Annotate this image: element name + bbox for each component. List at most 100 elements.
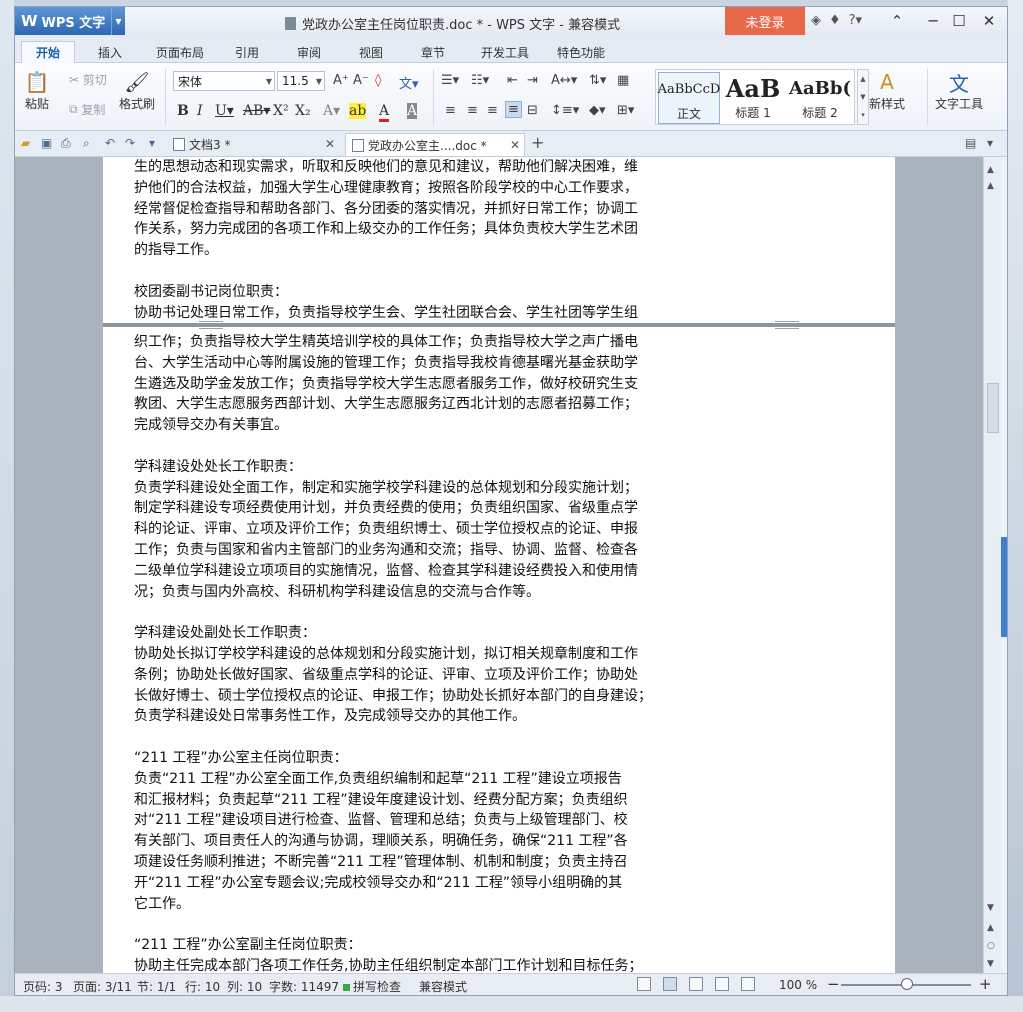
tab-review[interactable]: 审阅 xyxy=(287,41,331,63)
grow-font-icon[interactable]: A⁺ xyxy=(333,73,349,88)
tab-view[interactable]: 视图 xyxy=(349,41,393,63)
paragraph-shading-icon[interactable]: ◆▾ xyxy=(589,103,606,118)
tab-special[interactable]: 特色功能 xyxy=(549,41,613,63)
prev-page-icon[interactable]: ▲ xyxy=(987,923,994,933)
customize-icon[interactable]: ▾ xyxy=(149,136,155,150)
chevron-down-icon[interactable]: ▼ xyxy=(111,7,125,35)
copy-button[interactable]: ⧉ 复制 xyxy=(69,101,105,118)
shrink-font-icon[interactable]: A⁻ xyxy=(353,73,369,88)
tab-chapter[interactable]: 章节 xyxy=(411,41,455,63)
chevron-up-icon[interactable]: ▲ xyxy=(860,75,865,83)
numbered-list-icon[interactable]: ☷▾ xyxy=(471,73,489,88)
close-icon[interactable]: ✕ xyxy=(325,137,335,151)
tab-page-layout[interactable]: 页面布局 xyxy=(145,41,215,63)
borders-icon[interactable]: ⊞▾ xyxy=(617,103,634,118)
full-screen-icon[interactable] xyxy=(637,977,651,991)
minimize-button[interactable]: ─ xyxy=(919,10,947,32)
shirt-icon[interactable]: ♦ xyxy=(829,13,841,28)
style-heading-2[interactable]: AaBb( 标题 2 xyxy=(786,72,854,124)
text-effect-icon[interactable]: A▾ xyxy=(323,103,340,119)
close-button[interactable]: ✕ xyxy=(975,10,1003,32)
status-col[interactable]: 列: 10 xyxy=(227,978,262,995)
char-shading-icon[interactable]: A xyxy=(407,103,418,119)
page-text[interactable]: 织工作；负责指导校大学生精英培训学校的具体工作；负责指导校大学之声广播电 台、大学… xyxy=(134,332,690,973)
font-color-icon[interactable]: A xyxy=(379,103,390,122)
align-center-icon[interactable]: ≡ xyxy=(467,103,478,118)
sort-icon[interactable]: ⇅▾ xyxy=(589,73,606,88)
text-tools-button[interactable]: 文 文字工具 xyxy=(935,69,983,112)
new-style-button[interactable]: A 新样式 xyxy=(869,69,905,112)
format-painter-button[interactable]: 🖌 格式刷 xyxy=(119,69,155,112)
subscript-icon[interactable]: X₂ xyxy=(295,103,311,119)
skin-icon[interactable]: ◈ xyxy=(811,13,821,28)
chevron-down-icon[interactable]: ▼ xyxy=(860,93,865,101)
print-icon[interactable]: ⎙ xyxy=(61,136,71,151)
justify-icon[interactable]: ≡ xyxy=(505,101,522,118)
doc-tab-1[interactable]: 文档3 * ✕ xyxy=(167,133,339,156)
outdent-icon[interactable]: ⇤ xyxy=(507,73,518,88)
superscript-icon[interactable]: X² xyxy=(273,103,289,119)
page-text[interactable]: 生的思想动态和现实需求，听取和反映他们的意见和建议，帮助他们解决困难，维 护他们的… xyxy=(134,157,690,323)
help-icon[interactable]: ?▾ xyxy=(849,13,862,28)
clear-format-icon[interactable]: ◊ xyxy=(375,73,381,88)
reading-view-icon[interactable] xyxy=(741,977,755,991)
zoom-level[interactable]: 100 % xyxy=(779,978,817,992)
phonetic-icon[interactable]: 文▾ xyxy=(399,73,419,92)
page-up-icon[interactable]: ▲ xyxy=(987,165,994,175)
doc-tab-2[interactable]: 党政办公室主....doc * ✕ xyxy=(345,133,525,156)
side-panel-toggle[interactable] xyxy=(1001,537,1007,637)
bullet-list-icon[interactable]: ☰▾ xyxy=(441,73,459,88)
distribute-icon[interactable]: ⊟ xyxy=(527,103,538,118)
login-button[interactable]: 未登录 xyxy=(725,7,805,35)
status-word-count[interactable]: 字数: 11497 xyxy=(269,978,339,995)
zoom-slider-handle[interactable] xyxy=(901,978,913,990)
browse-object-icon[interactable]: ○ xyxy=(987,941,995,951)
scroll-up-icon[interactable]: ▲ xyxy=(987,181,994,191)
tab-developer[interactable]: 开发工具 xyxy=(473,41,537,63)
styles-scroll[interactable]: ▲ ▼ ▾ xyxy=(857,69,869,125)
font-size-select[interactable]: 11.5 ▼ xyxy=(277,71,325,91)
new-tab-icon[interactable]: + xyxy=(531,133,544,152)
more-icon[interactable]: ▾ xyxy=(861,111,865,119)
paste-button[interactable]: 📋 粘贴 xyxy=(23,69,51,112)
maximize-button[interactable]: ☐ xyxy=(945,10,973,32)
style-heading-1[interactable]: AaB 标题 1 xyxy=(722,72,784,124)
web-view-icon[interactable] xyxy=(715,977,729,991)
indent-icon[interactable]: ⇥ xyxy=(527,73,538,88)
underline-icon[interactable]: U▾ xyxy=(215,103,234,119)
cut-button[interactable]: ✂ 剪切 xyxy=(69,71,107,88)
tab-list-icon[interactable]: ▤ xyxy=(965,136,976,150)
scroll-down-icon[interactable]: ▼ xyxy=(987,903,994,913)
char-spacing-icon[interactable]: A↔▾ xyxy=(551,73,577,88)
zoom-out-icon[interactable]: − xyxy=(827,975,840,993)
tab-home[interactable]: 开始 xyxy=(21,41,75,63)
bold-icon[interactable]: B xyxy=(177,103,189,119)
line-spacing-icon[interactable]: ↕≡▾ xyxy=(551,103,579,118)
redo-icon[interactable]: ↷ xyxy=(125,136,135,150)
tab-insert[interactable]: 插入 xyxy=(85,41,135,63)
undo-icon[interactable]: ↶ xyxy=(105,136,115,150)
strikethrough-icon[interactable]: AB▾ xyxy=(243,103,270,119)
spell-check-toggle[interactable]: 拼写检查 xyxy=(343,978,401,995)
style-normal[interactable]: AaBbCcD 正文 xyxy=(658,72,720,124)
align-right-icon[interactable]: ≡ xyxy=(487,103,498,118)
tab-references[interactable]: 引用 xyxy=(225,41,269,63)
outline-view-icon[interactable] xyxy=(689,977,703,991)
align-left-icon[interactable]: ≡ xyxy=(445,103,456,118)
status-section[interactable]: 节: 1/1 xyxy=(137,978,176,995)
collapse-ribbon-button[interactable]: ⌃ xyxy=(883,10,911,32)
vertical-scrollbar[interactable]: ▲ ▲ ▼ ▲ ○ ▼ xyxy=(983,157,1001,973)
highlight-icon[interactable]: ab xyxy=(349,103,367,119)
next-page-icon[interactable]: ▼ xyxy=(987,959,994,969)
zoom-in-icon[interactable]: + xyxy=(979,975,992,993)
status-page-code[interactable]: 页码: 3 xyxy=(23,978,63,995)
print-preview-icon[interactable]: ⌕ xyxy=(83,136,90,151)
page-view-icon[interactable] xyxy=(663,977,677,991)
status-row[interactable]: 行: 10 xyxy=(185,978,220,995)
document-canvas[interactable]: 生的思想动态和现实需求，听取和反映他们的意见和建议，帮助他们解决困难，维 护他们的… xyxy=(15,157,991,973)
font-name-select[interactable]: 宋体 ▼ xyxy=(173,71,275,91)
status-page[interactable]: 页面: 3/11 xyxy=(73,978,132,995)
app-menu-button[interactable]: W WPS 文字 ▼ xyxy=(15,7,125,35)
close-icon[interactable]: ✕ xyxy=(510,138,520,152)
tab-options-icon[interactable]: ▾ xyxy=(987,136,993,150)
